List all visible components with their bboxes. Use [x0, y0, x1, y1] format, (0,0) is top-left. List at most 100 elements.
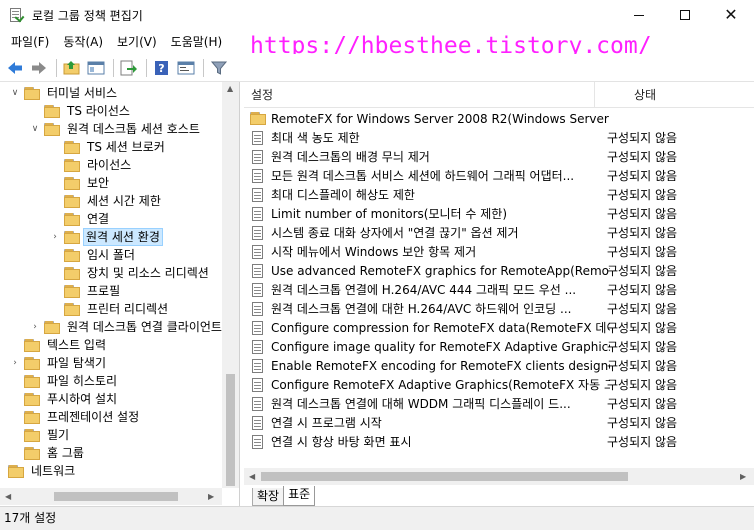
properties-button[interactable]	[175, 57, 197, 79]
setting-row[interactable]: 시작 메뉴에서 Windows 보안 항목 제거 구성되지 않음	[244, 242, 754, 261]
folder-open-icon	[24, 86, 40, 100]
column-header-setting[interactable]: 설정	[251, 82, 273, 108]
tree-item[interactable]: ∨ 원격 데스크톱 세션 호스트	[28, 120, 204, 138]
setting-state: 구성되지 않음	[607, 397, 678, 411]
tree-item[interactable]: 세션 시간 제한	[48, 192, 165, 210]
tab-standard[interactable]: 표준	[283, 486, 316, 506]
tab-extended[interactable]: 확장	[252, 488, 285, 506]
tree-item[interactable]: TS 라이선스	[28, 102, 134, 120]
collapse-chevron-icon[interactable]: ∨	[8, 86, 22, 100]
menu-action[interactable]: 동작(A)	[56, 30, 110, 54]
tree-item-selected[interactable]: › 원격 세션 환경	[48, 228, 163, 246]
tree-item-label: 라이선스	[87, 158, 132, 172]
tree-item[interactable]: 푸시하여 설치	[8, 390, 121, 408]
setting-row[interactable]: 최대 색 농도 제한 구성되지 않음	[244, 128, 754, 147]
forward-button[interactable]	[28, 57, 50, 79]
tree-item[interactable]: 텍스트 입력	[8, 336, 110, 354]
tree-item-label: 보안	[87, 176, 110, 190]
setting-row[interactable]: 연결 시 항상 바탕 화면 표시 구성되지 않음	[244, 432, 754, 451]
minimize-button[interactable]	[616, 0, 662, 30]
column-divider[interactable]	[594, 82, 595, 108]
settings-horizontal-scrollbar[interactable]: ◀ ▶	[244, 468, 754, 485]
tree-item[interactable]: 프린터 리디렉션	[48, 300, 172, 318]
tree-vertical-scrollbar[interactable]: ▲	[222, 82, 239, 488]
setting-row[interactable]: Configure compression for RemoteFX data(…	[244, 318, 754, 337]
setting-name: Configure RemoteFX Adaptive Graphics(Rem…	[271, 378, 610, 392]
up-level-button[interactable]	[61, 57, 83, 79]
tree-item[interactable]: 프로필	[48, 282, 124, 300]
export-list-button[interactable]	[118, 57, 140, 79]
scroll-left-arrow-icon[interactable]: ◀	[5, 492, 11, 501]
column-header-state[interactable]: 상태	[634, 82, 656, 108]
help-button[interactable]: ?	[151, 57, 173, 79]
expand-chevron-icon[interactable]: ›	[8, 356, 22, 370]
setting-row[interactable]: Configure RemoteFX Adaptive Graphics(Rem…	[244, 375, 754, 394]
setting-row[interactable]: Limit number of monitors(모니터 수 제한) 구성되지 …	[244, 204, 754, 223]
tree-item[interactable]: 장치 및 리소스 리디렉션	[48, 264, 213, 282]
tree-item[interactable]: 파일 히스토리	[8, 372, 121, 390]
show-hide-tree-button[interactable]	[85, 57, 107, 79]
scroll-left-arrow-icon[interactable]: ◀	[249, 472, 255, 481]
setting-row[interactable]: 최대 디스플레이 해상도 제한 구성되지 않음	[244, 185, 754, 204]
settings-horizontal-scroll-thumb[interactable]	[261, 472, 628, 481]
setting-row[interactable]: 원격 데스크톱의 배경 무늬 제거 구성되지 않음	[244, 147, 754, 166]
close-button[interactable]: ✕	[708, 0, 754, 30]
setting-row[interactable]: Configure image quality for RemoteFX Ada…	[244, 337, 754, 356]
policy-setting-icon	[251, 434, 265, 449]
menu-file[interactable]: 파일(F)	[4, 30, 56, 54]
tree-item[interactable]: › 파일 탐색기	[8, 354, 110, 372]
view-tabs: 확장 표준	[244, 486, 316, 506]
settings-folder-row[interactable]: RemoteFX for Windows Server 2008 R2(Wind…	[244, 109, 754, 128]
filter-button[interactable]	[208, 57, 230, 79]
tree-vertical-scroll-thumb[interactable]	[226, 374, 235, 486]
show-hide-tree-icon	[87, 61, 105, 74]
collapse-chevron-icon[interactable]: ∨	[28, 122, 42, 136]
setting-row[interactable]: Enable RemoteFX encoding for RemoteFX cl…	[244, 356, 754, 375]
folder-icon	[64, 212, 80, 226]
setting-row[interactable]: 모든 원격 데스크톱 서비스 세션에 하드웨어 그래픽 어댑터... 구성되지 …	[244, 166, 754, 185]
setting-row[interactable]: 시스템 종료 대화 상자에서 "연결 끊기" 옵션 제거 구성되지 않음	[244, 223, 754, 242]
tree-item[interactable]: 연결	[48, 210, 113, 228]
tree-item[interactable]: 홈 그룹	[8, 444, 88, 462]
policy-setting-icon	[251, 130, 265, 145]
tree-item[interactable]: TS 세션 브로커	[48, 138, 169, 156]
tree-item-label: TS 세션 브로커	[87, 140, 165, 154]
expand-chevron-icon[interactable]: ›	[48, 230, 62, 244]
setting-row[interactable]: 연결 시 프로그램 시작 구성되지 않음	[244, 413, 754, 432]
scroll-up-arrow-icon[interactable]: ▲	[227, 84, 233, 93]
tree-item[interactable]: › 원격 데스크톱 연결 클라이언트	[28, 318, 226, 336]
tree-item[interactable]: 라이선스	[48, 156, 135, 174]
tree-item[interactable]: 네트워크	[0, 462, 79, 480]
setting-row[interactable]: 원격 데스크톱 연결에 대해 WDDM 그래픽 디스플레이 드... 구성되지 …	[244, 394, 754, 413]
maximize-button[interactable]	[662, 0, 708, 30]
tree-item[interactable]: 보안	[48, 174, 113, 192]
folder-icon	[44, 320, 60, 334]
tree-item[interactable]: 임시 폴더	[48, 246, 139, 264]
tree-horizontal-scroll-thumb[interactable]	[54, 492, 178, 501]
tree-item[interactable]: 프레젠테이션 설정	[8, 408, 143, 426]
menu-view[interactable]: 보기(V)	[110, 30, 164, 54]
setting-row[interactable]: 원격 데스크톱 연결에 H.264/AVC 444 그래픽 모드 우선 ... …	[244, 280, 754, 299]
expand-chevron-icon[interactable]: ›	[28, 320, 42, 334]
folder-icon	[64, 284, 80, 298]
menu-help[interactable]: 도움말(H)	[164, 30, 230, 54]
status-bar: 17개 설정	[0, 506, 754, 530]
scroll-right-arrow-icon[interactable]: ▶	[740, 472, 746, 481]
policy-setting-icon	[251, 396, 265, 411]
back-button[interactable]	[4, 57, 26, 79]
setting-row[interactable]: 원격 데스크톱 연결에 대한 H.264/AVC 하드웨어 인코딩 ... 구성…	[244, 299, 754, 318]
policy-setting-icon	[251, 358, 265, 373]
properties-icon	[177, 61, 195, 74]
scroll-right-arrow-icon[interactable]: ▶	[208, 492, 214, 501]
setting-row[interactable]: Use advanced RemoteFX graphics for Remot…	[244, 261, 754, 280]
tree-item-label: 연결	[87, 212, 110, 226]
tree-item-label: 텍스트 입력	[47, 338, 107, 352]
tree-horizontal-scrollbar[interactable]: ◀ ▶	[0, 488, 222, 505]
setting-name: Configure compression for RemoteFX data(…	[271, 321, 610, 335]
close-icon: ✕	[724, 5, 738, 24]
tree-item[interactable]: 필기	[8, 426, 73, 444]
folder-icon	[64, 140, 80, 154]
tree-item-label: 장치 및 리소스 리디렉션	[87, 266, 209, 280]
setting-state: 구성되지 않음	[607, 302, 678, 316]
tree-item[interactable]: ∨ 터미널 서비스	[8, 84, 121, 102]
